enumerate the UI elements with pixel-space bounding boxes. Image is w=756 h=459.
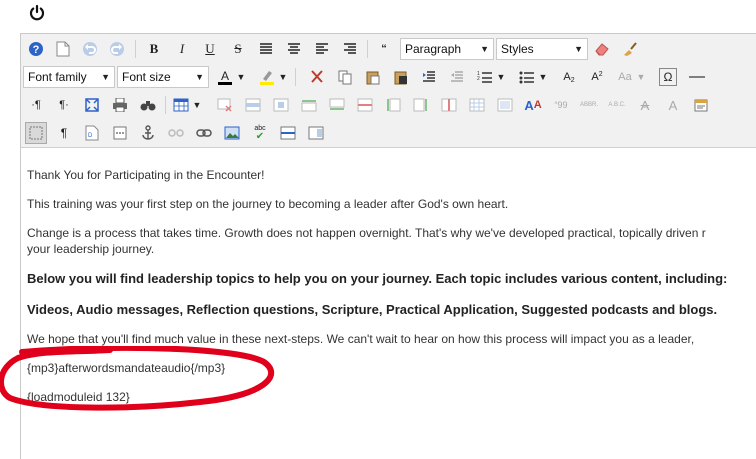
horizontal-rule-icon[interactable] [686, 66, 708, 88]
highlight-color-icon[interactable] [256, 66, 278, 88]
print-icon[interactable] [109, 94, 131, 116]
content-paragraph: your leadership journey. [27, 242, 155, 256]
underline-icon[interactable]: U [199, 38, 221, 60]
delete-row-icon[interactable] [354, 94, 376, 116]
numbered-list-icon[interactable]: 12 [474, 66, 496, 88]
quote-icon[interactable]: “99 [550, 94, 572, 116]
content-heading: Thank You for Participating in the Encou… [27, 168, 265, 182]
visual-aid-icon[interactable] [25, 122, 47, 144]
font-family-select[interactable]: Font family ▼ [23, 66, 115, 88]
undo-icon[interactable] [79, 38, 101, 60]
red-annotation-circle [0, 346, 275, 411]
template-icon[interactable]: D [81, 122, 103, 144]
layer-icon[interactable] [305, 122, 327, 144]
copy-icon[interactable] [334, 66, 356, 88]
insert-column-after-icon[interactable] [410, 94, 432, 116]
chevron-down-icon[interactable]: ▼ [277, 66, 289, 88]
unlink-icon[interactable] [165, 122, 187, 144]
help-icon[interactable]: ? [25, 38, 47, 60]
svg-text:D: D [88, 133, 93, 139]
insert-column-before-icon[interactable] [382, 94, 404, 116]
table-icon[interactable] [170, 94, 192, 116]
rtl-direction-icon[interactable]: ¶· [53, 94, 75, 116]
chevron-down-icon: ▼ [101, 72, 110, 82]
cleanup-brush-icon[interactable] [619, 38, 641, 60]
font-family-select-label: Font family [28, 70, 87, 84]
align-left-icon[interactable] [311, 38, 333, 60]
fullscreen-icon[interactable] [81, 94, 103, 116]
anchor-icon[interactable] [137, 122, 159, 144]
special-character-icon[interactable]: Ω [659, 68, 677, 86]
superscript-icon[interactable]: A2 [586, 66, 608, 88]
font-size-select[interactable]: Font size ▼ [117, 66, 209, 88]
format-select-label: Paragraph [405, 42, 462, 56]
subscript-icon[interactable]: A2 [558, 66, 580, 88]
bullet-list-icon[interactable] [516, 66, 538, 88]
strikethrough-icon[interactable]: S [227, 38, 249, 60]
chevron-down-icon[interactable]: ▼ [191, 94, 203, 116]
eraser-icon[interactable] [591, 38, 613, 60]
delete-column-icon[interactable] [438, 94, 460, 116]
new-document-icon[interactable] [52, 38, 74, 60]
link-icon[interactable] [193, 122, 215, 144]
editor-toolbar: ? B I U S “ Paragraph ▼ Styles ▼ Font fa… [21, 34, 756, 148]
redo-icon[interactable] [106, 38, 128, 60]
acronym-icon[interactable]: A.B.C. [606, 94, 628, 116]
page-break-icon[interactable] [109, 122, 131, 144]
find-icon[interactable] [137, 94, 159, 116]
chevron-down-icon[interactable]: ▼ [537, 66, 549, 88]
format-select[interactable]: Paragraph ▼ [400, 38, 494, 60]
italic-icon[interactable]: I [171, 38, 193, 60]
align-justify-icon[interactable] [255, 38, 277, 60]
svg-text:?: ? [33, 44, 40, 56]
abbreviation-icon[interactable]: ABBR. [578, 94, 600, 116]
chevron-down-icon[interactable]: ▼ [235, 66, 247, 88]
show-blocks-icon[interactable]: ¶ [53, 122, 75, 144]
insert-row-before-icon[interactable] [298, 94, 320, 116]
svg-text:2: 2 [477, 76, 480, 82]
chevron-down-icon[interactable]: ▼ [495, 66, 507, 88]
styles-text-icon[interactable]: AA [522, 94, 544, 116]
row-properties-icon[interactable] [242, 94, 264, 116]
insert-row-after-icon[interactable] [326, 94, 348, 116]
content-bold-paragraph: Below you will find leadership topics to… [27, 271, 728, 286]
styles-select[interactable]: Styles ▼ [496, 38, 588, 60]
attributes-icon[interactable] [690, 94, 712, 116]
insertion-icon[interactable]: A [662, 94, 684, 116]
chevron-down-icon: ▼ [195, 72, 204, 82]
align-right-icon[interactable] [339, 38, 361, 60]
deletion-icon[interactable]: A [634, 94, 656, 116]
cell-properties-icon[interactable] [270, 94, 292, 116]
split-cells-icon[interactable] [466, 94, 488, 116]
font-style-icon[interactable]: Aa [614, 66, 636, 88]
paste-text-icon[interactable] [390, 66, 412, 88]
content-bold-paragraph: Videos, Audio messages, Reflection quest… [27, 302, 718, 317]
chevron-down-icon[interactable]: ▼ [635, 66, 647, 88]
image-icon[interactable] [221, 122, 243, 144]
chevron-down-icon: ▼ [480, 44, 489, 54]
content-paragraph: This training was your first step on the… [27, 197, 509, 211]
merge-cells-icon[interactable] [494, 94, 516, 116]
cut-icon[interactable] [306, 66, 328, 88]
blockquote-icon[interactable]: “ [373, 38, 395, 60]
outdent-icon[interactable] [446, 66, 468, 88]
content-paragraph: Change is a process that takes time. Gro… [27, 226, 706, 240]
bold-icon[interactable]: B [143, 38, 165, 60]
delete-table-icon[interactable] [214, 94, 236, 116]
horizontal-line-icon[interactable] [277, 122, 299, 144]
font-size-select-label: Font size [122, 70, 171, 84]
spellcheck-icon[interactable]: abc ✔ [249, 122, 271, 144]
power-icon[interactable] [28, 4, 46, 22]
paste-icon[interactable] [362, 66, 384, 88]
align-center-icon[interactable] [283, 38, 305, 60]
chevron-down-icon: ▼ [574, 44, 583, 54]
content-paragraph: We hope that you'll find much value in t… [27, 332, 695, 346]
indent-icon[interactable] [418, 66, 440, 88]
styles-select-label: Styles [501, 42, 534, 56]
text-color-icon[interactable]: A [214, 66, 236, 88]
ltr-direction-icon[interactable]: ·¶ [25, 94, 47, 116]
